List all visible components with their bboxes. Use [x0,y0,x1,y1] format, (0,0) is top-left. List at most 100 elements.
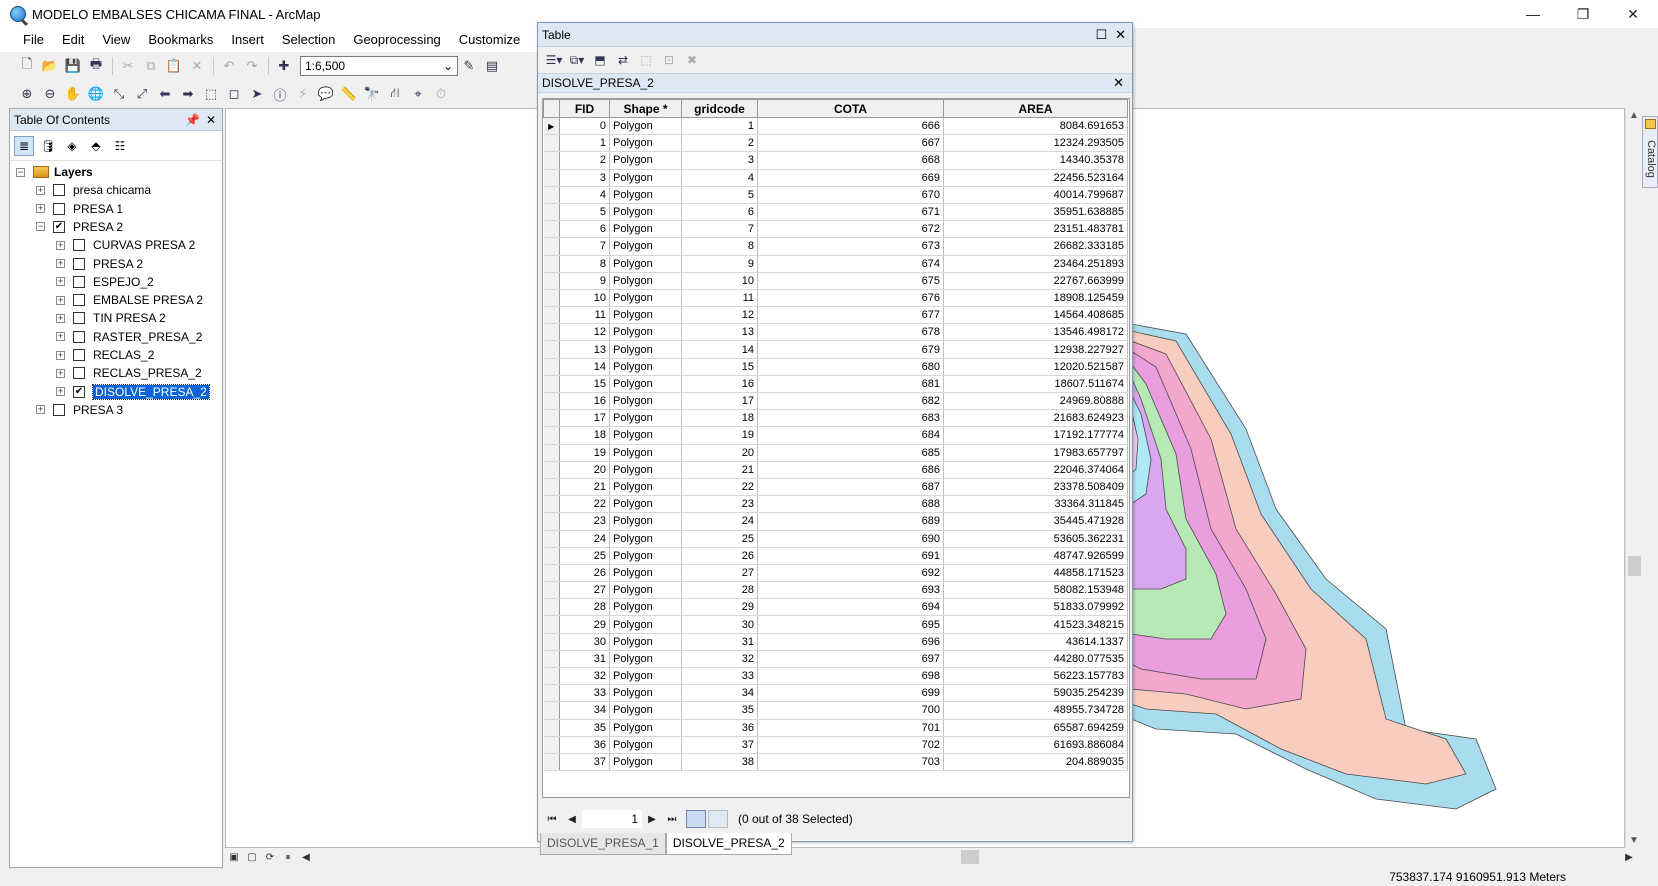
table-cell[interactable]: 13 [559,340,610,359]
table-cell[interactable]: Polygon [609,461,682,479]
layer-visibility-checkbox[interactable] [73,349,85,361]
table-row[interactable]: 28 Polygon 29 694 51833.079992 [543,598,1128,617]
close-icon[interactable]: ✕ [1115,27,1126,43]
column-header-fid[interactable]: FID [559,99,610,118]
table-cell[interactable]: 699 [757,684,944,703]
table-cell[interactable]: Polygon [609,169,682,187]
list-by-selection-icon[interactable]: ⬘ [86,136,106,156]
table-row[interactable]: 26 Polygon 27 692 44858.171523 [543,564,1128,583]
table-cell[interactable]: 25 [681,530,758,548]
options-icon[interactable]: ☷ [110,136,130,156]
first-record-icon[interactable]: ⏮ [542,814,562,825]
table-cell[interactable]: 29 [681,598,758,617]
layer-visibility-checkbox[interactable] [73,294,85,307]
table-cell[interactable]: 58082.153948 [943,581,1128,600]
menu-view[interactable]: View [93,28,139,52]
table-cell[interactable]: 667 [757,134,944,153]
layer-node[interactable]: + EMBALSE PRESA 2 [56,291,203,309]
refresh-icon[interactable]: ⟳ [261,849,279,865]
column-header-shape[interactable]: Shape * [609,99,682,118]
table-cell[interactable]: 684 [757,426,944,445]
layer-visibility-checkbox[interactable] [73,330,85,343]
measure-icon[interactable]: 📏 [338,83,360,105]
table-cell[interactable]: 23 [681,495,758,514]
list-by-source-icon[interactable]: 🛢 [38,136,58,156]
layout-view-icon[interactable]: ▢ [243,849,261,865]
table-window-titlebar[interactable]: Table ☐ ✕ [538,23,1132,47]
table-cell[interactable]: 15 [681,358,758,376]
undo-icon[interactable]: ↶ [218,55,240,77]
table-cell[interactable]: 670 [757,186,944,204]
close-icon[interactable]: ✕ [206,113,216,127]
row-selector[interactable] [543,667,560,686]
table-row[interactable]: ▶ 0 Polygon 1 666 8084.691653 [543,117,1128,136]
layer-visibility-checkbox[interactable] [73,239,85,252]
table-cell[interactable]: 35951.638885 [943,203,1128,222]
html-popup-icon[interactable]: 💬 [315,83,337,105]
table-cell[interactable]: 5 [559,203,610,222]
row-selector[interactable] [543,340,560,359]
row-selector[interactable] [543,289,560,308]
table-cell[interactable]: Polygon [609,186,682,204]
table-cell[interactable]: Polygon [609,684,682,703]
table-cell[interactable]: 9 [559,272,610,290]
table-cell[interactable]: 1 [681,117,758,136]
table-cell[interactable]: 33 [681,667,758,686]
table-row[interactable]: 1 Polygon 2 667 12324.293505 [543,134,1128,153]
table-cell[interactable]: 19 [559,444,610,462]
table-cell[interactable]: 65587.694259 [943,719,1128,737]
layer-visibility-checkbox[interactable] [73,257,85,270]
table-row[interactable]: 34 Polygon 35 700 48955.734728 [543,701,1128,720]
table-cell[interactable]: 26 [559,564,610,583]
table-cell[interactable]: 23151.483781 [943,220,1128,239]
table-row[interactable]: 7 Polygon 8 673 26682.333185 [543,237,1128,256]
table-cell[interactable]: 28 [559,598,610,617]
table-cell[interactable]: 48747.926599 [943,547,1128,565]
table-row[interactable]: 9 Polygon 10 675 22767.663999 [543,272,1128,290]
table-cell[interactable]: 27 [559,581,610,600]
row-selector[interactable] [543,615,560,634]
table-cell[interactable]: 25 [559,547,610,565]
layers-root-node[interactable]: − Layers [16,163,93,181]
table-cell[interactable]: 15 [559,375,610,394]
layer-visibility-checkbox[interactable] [73,367,85,380]
row-selector[interactable] [543,426,560,445]
table-cell[interactable]: 680 [757,358,944,376]
table-cell[interactable]: 6 [681,203,758,222]
expand-icon[interactable]: + [56,240,65,250]
layer-visibility-checkbox[interactable] [53,202,65,215]
table-cell[interactable]: 17192.177774 [943,426,1128,445]
row-selector[interactable] [543,151,560,170]
delete-icon[interactable]: ✕ [186,55,208,77]
layer-visibility-checkbox[interactable] [53,184,65,197]
table-cell[interactable]: 696 [757,633,944,651]
scroll-up-icon[interactable]: ▲ [1629,110,1639,121]
table-cell[interactable]: 8 [559,255,610,273]
layer-label[interactable]: PRESA 1 [73,202,123,216]
editor-toolbar-icon[interactable]: ✎ [458,55,480,77]
table-cell[interactable]: 2 [559,151,610,170]
show-selected-records-icon[interactable] [708,810,728,828]
table-cell[interactable]: Polygon [609,753,682,772]
table-cell[interactable]: Polygon [609,272,682,290]
row-selector[interactable] [543,684,560,703]
row-selector[interactable] [543,512,560,531]
catalog-side-tab[interactable]: Catalog [1642,116,1658,188]
table-row[interactable]: 11 Polygon 12 677 14564.408685 [543,306,1128,325]
hyperlink-icon[interactable]: ⚡ [292,83,314,105]
current-record-field[interactable]: 1 [582,810,642,828]
table-cell[interactable]: 698 [757,667,944,686]
layer-visibility-checkbox[interactable] [73,275,85,288]
table-cell[interactable]: 688 [757,495,944,514]
table-row[interactable]: 2 Polygon 3 668 14340.35378 [543,151,1128,170]
tab-disolve-presa-2[interactable]: DISOLVE_PRESA_2 [665,833,792,855]
table-cell[interactable]: 24 [681,512,758,531]
expand-icon[interactable]: + [36,185,45,195]
clear-selection-icon[interactable]: ◻ [223,83,245,105]
table-cell[interactable]: 24969.80888 [943,392,1128,411]
table-cell[interactable]: 692 [757,564,944,583]
table-cell[interactable]: 204.889035 [943,753,1128,772]
table-cell[interactable]: 21 [681,461,758,479]
vertical-scroll-thumb[interactable] [1628,556,1641,576]
table-cell[interactable]: 17 [559,409,610,428]
